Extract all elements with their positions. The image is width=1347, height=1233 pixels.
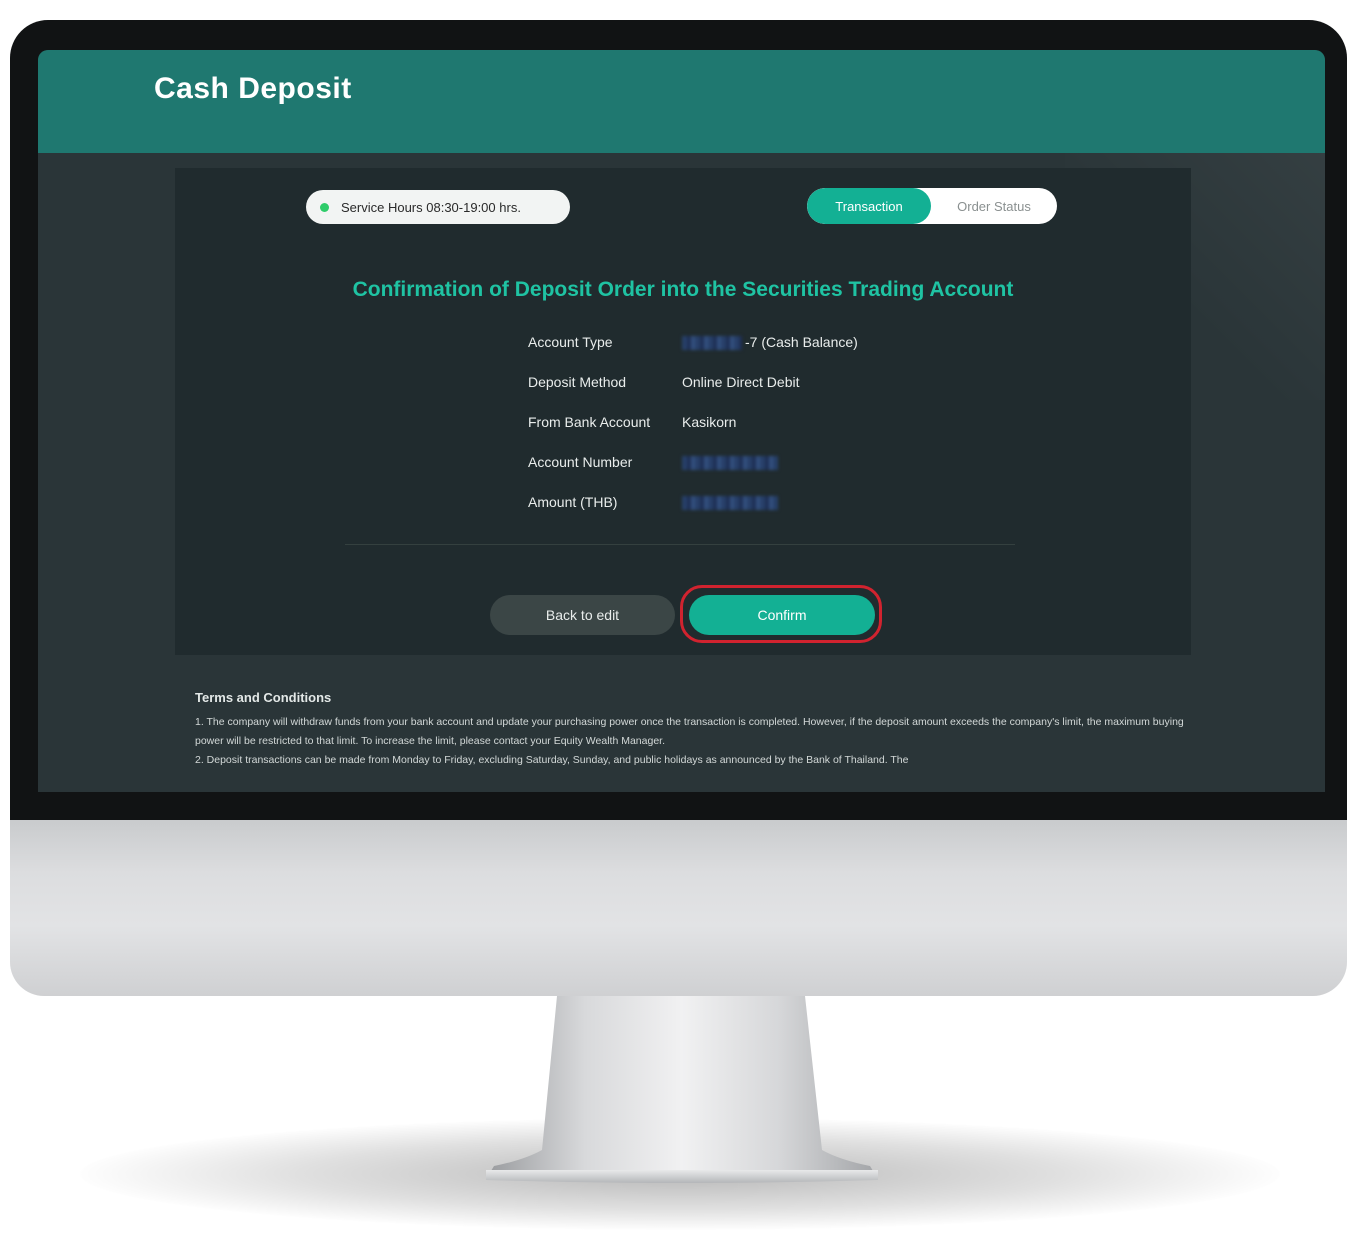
view-toggle: Transaction Order Status	[807, 188, 1057, 224]
monitor-floor-shadow	[80, 1118, 1280, 1230]
confirm-button[interactable]: Confirm	[689, 595, 875, 635]
detail-label: From Bank Account	[528, 414, 651, 430]
status-dot-icon	[320, 202, 329, 212]
redacted-block	[682, 336, 742, 351]
redacted-block	[682, 496, 778, 511]
detail-value: -7 (Cash Balance)	[682, 334, 858, 351]
terms-item: 2. Deposit transactions can be made from…	[195, 754, 909, 766]
page-title: Cash Deposit	[154, 72, 352, 105]
deposit-confirmation-card: Service Hours 08:30-19:00 hrs. Transacti…	[175, 168, 1191, 655]
bank-account-value: Kasikorn	[682, 414, 737, 430]
deposit-method-value: Online Direct Debit	[682, 374, 800, 390]
detail-label: Account Number	[528, 454, 633, 470]
app-header: Cash Deposit	[38, 50, 1325, 153]
detail-label: Amount (THB)	[528, 494, 618, 510]
monitor-chin	[10, 820, 1347, 996]
service-hours-text: Service Hours 08:30-19:00 hrs.	[341, 199, 521, 215]
back-to-edit-button[interactable]: Back to edit	[490, 595, 675, 635]
detail-label: Account Type	[528, 334, 613, 350]
divider	[345, 544, 1015, 545]
confirmation-heading: Confirmation of Deposit Order into the S…	[352, 278, 1014, 301]
account-type-value: -7 (Cash Balance)	[745, 334, 858, 350]
service-hours-badge: Service Hours 08:30-19:00 hrs.	[306, 190, 570, 224]
terms-title: Terms and Conditions	[195, 690, 332, 705]
tab-order-status[interactable]: Order Status	[931, 188, 1057, 224]
monitor-screen: Cash Deposit Service Hours 08:30-19:00 h…	[38, 50, 1325, 792]
terms-item: 1. The company will withdraw funds from …	[195, 716, 1184, 747]
tab-transaction[interactable]: Transaction	[807, 188, 931, 224]
redacted-block	[682, 456, 778, 471]
amount-value	[682, 494, 781, 511]
detail-label: Deposit Method	[528, 374, 627, 390]
terms-section: Terms and Conditions 1. The company will…	[195, 690, 1195, 770]
account-number-value	[682, 454, 781, 471]
